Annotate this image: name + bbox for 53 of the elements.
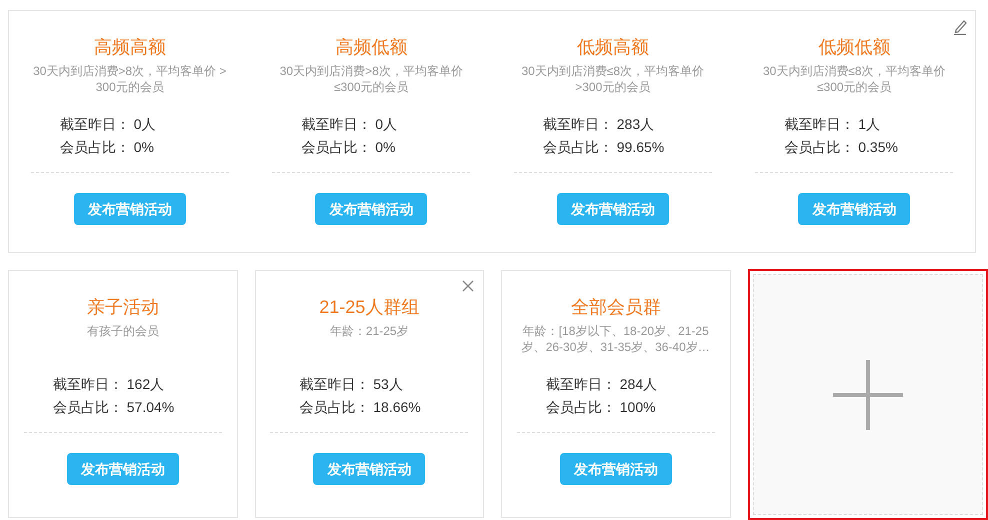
stat-label: 截至昨日： <box>52 375 123 393</box>
plus-icon <box>832 360 903 430</box>
segment-description: 30天内到店消费>8次，平均客单价 ≤300元的会员 <box>278 63 464 95</box>
publish-campaign-button[interactable]: 发布营销活动 <box>313 453 426 485</box>
stat-label: 会员占比： <box>301 138 372 156</box>
segment-description: 30天内到店消费≤8次，平均客单价 >300元的会员 <box>520 63 706 95</box>
segment-title: 高频高额 <box>94 36 166 59</box>
stat-label: 会员占比： <box>784 138 854 156</box>
stat-value: 0人 <box>134 115 156 133</box>
stat-label: 会员占比： <box>299 398 370 416</box>
stat-value: 99.65% <box>616 138 664 156</box>
stat-value: 0% <box>375 138 396 156</box>
segment-description: 年龄：21-25岁 <box>328 323 410 340</box>
stat-value: 284人 <box>620 375 658 393</box>
segment-title: 低频低额 <box>818 36 890 59</box>
publish-campaign-button[interactable]: 发布营销活动 <box>74 193 186 225</box>
segment-description: 30天内到店消费≤8次，平均客单价 ≤300元的会员 <box>762 63 947 95</box>
segment-title: 全部会员群 <box>570 296 661 319</box>
stat-value: 57.04% <box>126 398 174 416</box>
stat-value: 0.35% <box>858 138 898 156</box>
stat-value: 283人 <box>616 115 654 133</box>
segment-title: 高频低额 <box>335 36 408 59</box>
publish-campaign-button[interactable]: 发布营销活动 <box>556 193 669 225</box>
stat-label: 截至昨日： <box>301 115 372 133</box>
stat-value: 100% <box>620 398 656 416</box>
stat-label: 截至昨日： <box>60 115 130 133</box>
publish-campaign-button[interactable]: 发布营销活动 <box>315 193 428 225</box>
add-group-card[interactable] <box>748 269 988 520</box>
stat-value: 1人 <box>858 115 880 133</box>
stat-value: 162人 <box>126 375 164 393</box>
close-icon[interactable] <box>462 280 474 292</box>
stat-value: 53人 <box>373 375 403 393</box>
publish-campaign-button[interactable]: 发布营销活动 <box>798 193 910 225</box>
stat-value: 0% <box>134 138 154 156</box>
segment-title: 21-25人群组 <box>319 296 420 319</box>
stat-value: 0人 <box>375 115 398 133</box>
segment-description: 有孩子的会员 <box>86 323 160 340</box>
stat-label: 截至昨日： <box>542 115 613 133</box>
publish-campaign-button[interactable]: 发布营销活动 <box>66 453 179 485</box>
stat-label: 会员占比： <box>542 138 613 156</box>
stat-label: 截至昨日： <box>546 375 616 393</box>
edit-icon[interactable] <box>953 19 967 35</box>
segment-title: 亲子活动 <box>86 296 159 319</box>
segment-description: 年龄：[18岁以下、18-20岁、21-25岁、26-30岁、31-35岁、36-40岁… <box>520 323 711 355</box>
stat-label: 会员占比： <box>52 398 123 416</box>
stat-value: 18.66% <box>373 398 421 416</box>
stat-label: 截至昨日： <box>299 375 370 393</box>
stat-label: 会员占比： <box>546 398 616 416</box>
segment-description: 30天内到店消费>8次，平均客单价 > 300元的会员 <box>32 63 228 95</box>
stat-label: 会员占比： <box>60 138 130 156</box>
publish-campaign-button[interactable]: 发布营销活动 <box>560 453 672 485</box>
segment-title: 低频高额 <box>576 36 649 59</box>
stat-label: 截至昨日： <box>784 115 854 133</box>
